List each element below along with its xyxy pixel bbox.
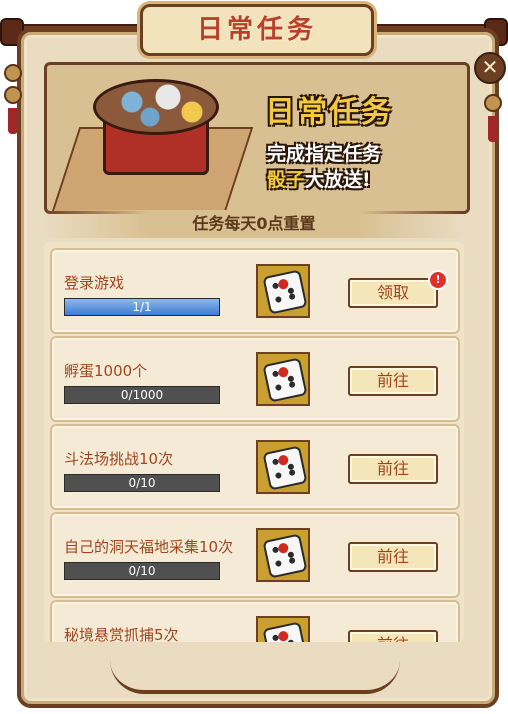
dice-icon bbox=[262, 357, 308, 403]
gem-pile-icon bbox=[93, 79, 219, 135]
reward-slot bbox=[256, 264, 310, 318]
task-row: 秘境悬赏抓捕5次 前往 bbox=[50, 600, 460, 642]
tassel-fringe bbox=[488, 116, 498, 142]
bead-icon bbox=[484, 94, 502, 112]
alert-badge-icon: ! bbox=[428, 270, 448, 290]
task-progress-bar: 0/1000 bbox=[64, 386, 220, 404]
task-list[interactable]: 登录游戏 1/1 领取! 孵蛋1000个 0/1000 前往 斗法场挑战10次 0/10 前往自… bbox=[44, 242, 464, 642]
dice-pip bbox=[274, 383, 282, 392]
window-title: 日常任务 bbox=[196, 15, 317, 45]
dice-pip bbox=[271, 458, 280, 466]
progress-label: 0/1000 bbox=[120, 388, 164, 402]
banner-title: 日常任务 bbox=[265, 95, 393, 130]
goto-button[interactable]: 前往 bbox=[348, 366, 438, 396]
reset-notice: 任务每天0点重置 bbox=[44, 210, 464, 238]
reward-slot bbox=[256, 440, 310, 494]
task-progress-bar: 0/10 bbox=[64, 474, 220, 492]
title-plate: 日常任务 bbox=[140, 4, 374, 56]
dice-pip bbox=[287, 639, 295, 642]
dice-pip bbox=[288, 381, 296, 389]
task-row: 孵蛋1000个 0/1000 前往 bbox=[50, 336, 460, 422]
tassel-right bbox=[484, 94, 502, 172]
task-name: 秘境悬赏抓捕5次 bbox=[64, 626, 179, 642]
close-icon: ✕ bbox=[481, 55, 499, 79]
progress-label: 0/10 bbox=[128, 564, 156, 578]
dice-pip bbox=[274, 559, 282, 568]
banner-subtitle-rest: 大放送! bbox=[305, 169, 371, 191]
tassel-left bbox=[4, 64, 22, 142]
goto-button[interactable]: 前往 bbox=[348, 542, 438, 572]
task-name: 斗法场挑战10次 bbox=[64, 450, 174, 468]
dice-pip bbox=[274, 471, 282, 480]
banner-highlight: 骰子 bbox=[267, 169, 306, 191]
bottom-scroll-edge bbox=[110, 660, 400, 694]
reward-slot bbox=[256, 616, 310, 642]
task-row: 登录游戏 1/1 领取! bbox=[50, 248, 460, 334]
reward-slot bbox=[256, 352, 310, 406]
dice-icon bbox=[262, 445, 308, 491]
tassel-fringe bbox=[8, 108, 18, 134]
dice-pip bbox=[288, 469, 296, 477]
dice-pip bbox=[271, 282, 280, 290]
banner-subtitle-2: 骰子大放送! bbox=[267, 165, 371, 192]
goto-button[interactable]: 前往 bbox=[348, 630, 438, 642]
close-button[interactable]: ✕ bbox=[474, 52, 506, 84]
task-name: 登录游戏 bbox=[64, 274, 125, 292]
dice-pip bbox=[271, 370, 280, 378]
task-row: 自己的洞天福地采集10次 0/10 前往 bbox=[50, 512, 460, 598]
task-progress-bar: 0/10 bbox=[64, 562, 220, 580]
bead-icon bbox=[4, 64, 22, 82]
reward-slot bbox=[256, 528, 310, 582]
dice-pip bbox=[271, 634, 280, 642]
progress-label: 1/1 bbox=[132, 300, 152, 314]
task-name: 孵蛋1000个 bbox=[64, 362, 148, 380]
dice-pip bbox=[274, 295, 282, 304]
dice-pip bbox=[288, 293, 296, 301]
goto-button[interactable]: 前往 bbox=[348, 454, 438, 484]
bead-icon bbox=[4, 86, 22, 104]
progress-label: 0/10 bbox=[128, 476, 156, 490]
claim-button[interactable]: 领取 bbox=[348, 278, 438, 308]
dice-icon bbox=[262, 533, 308, 579]
dice-pip bbox=[288, 557, 296, 565]
banner-subtitle-1: 完成指定任务 bbox=[267, 143, 382, 165]
promo-banner: 日常任务 完成指定任务 骰子大放送! bbox=[44, 62, 470, 214]
dice-icon bbox=[262, 621, 308, 642]
task-name: 自己的洞天福地采集10次 bbox=[64, 538, 234, 556]
task-row: 斗法场挑战10次 0/10 前往 bbox=[50, 424, 460, 510]
dice-icon bbox=[262, 269, 308, 315]
task-progress-bar: 1/1 bbox=[64, 298, 220, 316]
dice-pip bbox=[271, 546, 280, 554]
